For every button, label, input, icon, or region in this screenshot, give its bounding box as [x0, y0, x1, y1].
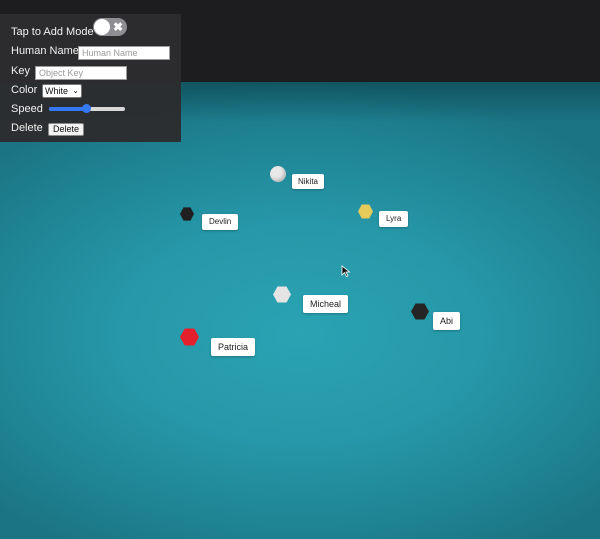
speed-slider-thumb[interactable]: [82, 104, 91, 113]
add-mode-row: Tap to Add Mode: [11, 26, 94, 38]
chevron-down-icon: ⌄: [72, 86, 79, 95]
delete-label: Delete: [11, 122, 43, 134]
add-mode-toggle[interactable]: ✖: [93, 18, 127, 36]
control-panel: Tap to Add Mode ✖ Human Name Human Name …: [0, 14, 181, 142]
object-abi[interactable]: [411, 303, 429, 320]
key-row: Key: [11, 65, 30, 77]
object-label-nikita[interactable]: Nikita: [292, 174, 325, 189]
object-key-input[interactable]: Object Key: [35, 66, 127, 80]
mouse-cursor-icon: [341, 265, 351, 277]
object-lyra[interactable]: [358, 204, 373, 219]
speed-slider[interactable]: [49, 104, 125, 113]
ar-scene-view[interactable]: Nikita Devlin Lyra Micheal Abi Patricia: [0, 82, 600, 539]
human-name-input[interactable]: Human Name: [78, 46, 170, 60]
color-select-value: White: [45, 86, 69, 96]
object-label-abi[interactable]: Abi: [433, 312, 461, 330]
human-name-label: Human Name: [11, 45, 79, 57]
object-micheal[interactable]: [273, 286, 291, 303]
delete-row: Delete: [11, 122, 43, 134]
speed-row: Speed: [11, 103, 43, 115]
add-mode-label: Tap to Add Mode: [11, 26, 94, 38]
speed-label: Speed: [11, 103, 43, 115]
object-patricia[interactable]: [180, 328, 199, 346]
object-label-patricia[interactable]: Patricia: [211, 338, 256, 356]
color-row: Color: [11, 84, 37, 96]
object-label-lyra[interactable]: Lyra: [379, 211, 409, 227]
object-label-devlin[interactable]: Devlin: [202, 214, 239, 230]
color-label: Color: [11, 84, 38, 96]
toggle-knob: [94, 19, 110, 35]
object-nikita[interactable]: [270, 166, 286, 182]
human-name-row: Human Name: [11, 45, 79, 57]
close-icon: ✖: [112, 20, 123, 34]
object-label-micheal[interactable]: Micheal: [303, 295, 349, 313]
color-select[interactable]: White ⌄: [42, 84, 82, 98]
object-devlin[interactable]: [180, 207, 194, 221]
delete-button[interactable]: Delete: [48, 123, 85, 136]
key-label: Key: [11, 65, 30, 77]
